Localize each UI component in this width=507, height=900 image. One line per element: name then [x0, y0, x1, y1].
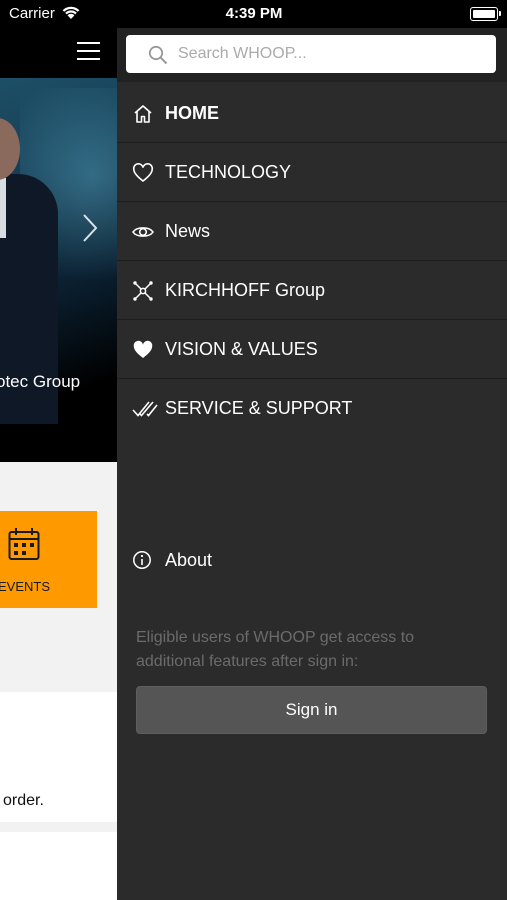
menu-item-vision-values[interactable]: VISION & VALUES	[117, 320, 507, 379]
wifi-icon	[61, 5, 81, 25]
menu-label-service-support: SERVICE & SUPPORT	[165, 398, 353, 418]
calendar-icon	[8, 527, 40, 566]
status-bar-left: Carrier	[0, 0, 117, 28]
search-icon	[148, 45, 168, 70]
menu-item-kirchhoff-group[interactable]: KIRCHHOFF Group	[117, 261, 507, 320]
drawer-menu: HOME TECHNOLOGY News KIRCHHOFF Group VIS…	[117, 84, 507, 437]
search-box[interactable]	[126, 35, 496, 73]
search-input[interactable]	[178, 35, 478, 73]
status-bar-right: 4:39 PM	[117, 0, 507, 28]
menu-item-about[interactable]: About	[117, 541, 507, 581]
chevron-right-icon[interactable]	[80, 212, 100, 249]
menu-label-home: HOME	[165, 103, 219, 123]
menu-item-technology[interactable]: TECHNOLOGY	[117, 143, 507, 202]
carrier-label: Carrier	[9, 5, 55, 22]
info-icon	[132, 550, 152, 575]
heart-filled-icon	[132, 339, 154, 361]
menu-label-vision-values: VISION & VALUES	[165, 339, 318, 359]
heart-outline-icon	[132, 162, 154, 184]
app-header	[0, 28, 117, 78]
menu-label-about: About	[165, 550, 213, 570]
menu-icon[interactable]	[77, 42, 101, 62]
hero-banner[interactable]: otec Group	[0, 78, 117, 462]
home-icon	[132, 103, 154, 125]
menu-label-technology: TECHNOLOGY	[165, 162, 292, 182]
sign-in-button[interactable]: Sign in	[136, 686, 487, 734]
menu-item-news[interactable]: News	[117, 202, 507, 261]
signin-note: Eligible users of WHOOP get access to ad…	[136, 629, 415, 670]
menu-label-kirchhoff-group: KIRCHHOFF Group	[165, 280, 326, 300]
events-label: EVENTS	[0, 579, 51, 594]
hero-title: otec Group	[0, 372, 81, 391]
double-check-icon	[132, 398, 158, 420]
menu-label-news: News	[165, 221, 211, 241]
eye-icon	[132, 221, 154, 243]
content-card: order.	[0, 692, 117, 822]
card-text: order.	[3, 792, 44, 809]
navigation-drawer: 4:39 PM HOME	[117, 0, 507, 900]
events-tile[interactable]: EVENTS	[0, 511, 97, 608]
menu-item-service-support[interactable]: SERVICE & SUPPORT	[117, 379, 507, 437]
status-time: 4:39 PM	[225, 5, 283, 22]
battery-icon	[470, 7, 501, 21]
network-icon	[132, 280, 154, 302]
search-bar	[117, 28, 507, 82]
menu-item-home[interactable]: HOME	[117, 84, 507, 143]
background-app-screen: Carrier otec Group EVENTS order.	[0, 0, 117, 900]
content-card-2	[0, 832, 117, 900]
